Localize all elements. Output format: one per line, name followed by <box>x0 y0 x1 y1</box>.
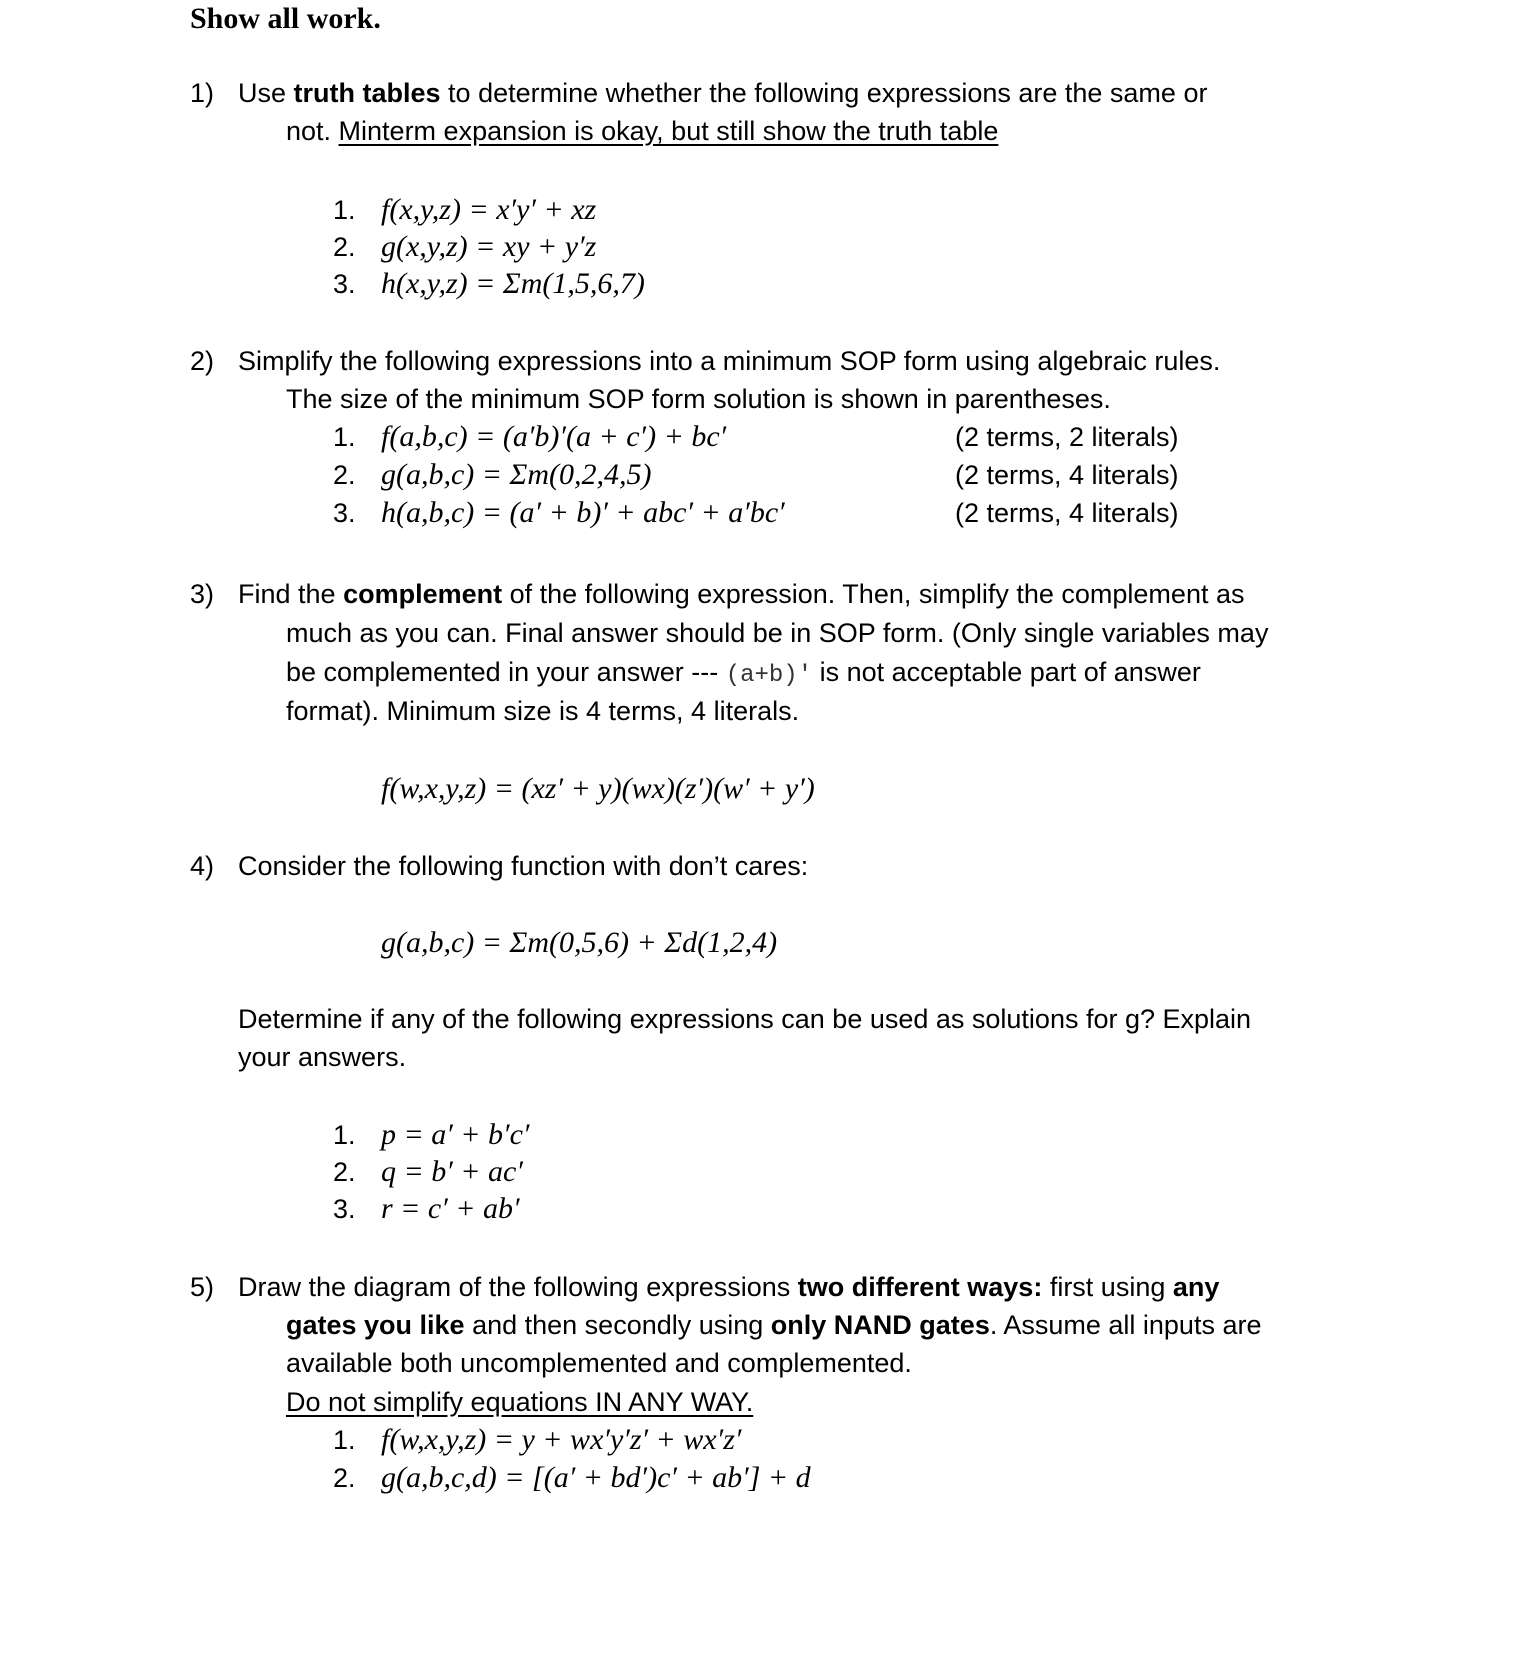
question-number: 1) <box>190 78 215 108</box>
paragraph-line1: Determine if any of the following expres… <box>238 1004 1252 1034</box>
question-text-line4: Do not simplify equations IN ANY WAY. <box>286 1387 754 1417</box>
expression-item: 2. g(a,b,c,d) = [(a′ + bd′)c′ + ab′] + d <box>333 1461 811 1494</box>
question-text: Find the complement of the following exp… <box>238 579 1245 609</box>
document-title: Show all work. <box>190 2 381 35</box>
question-number: 3) <box>190 579 215 609</box>
expression-item: 1. f(a,b,c) = (a′b)′(a + c′) + bc′ <box>333 420 727 453</box>
question-text-line2: The size of the minimum SOP form solutio… <box>286 384 1111 414</box>
question-number: 5) <box>190 1272 215 1302</box>
expression-item: 2. q = b′ + ac′ <box>333 1155 523 1188</box>
expression-item: 3. r = c′ + ab′ <box>333 1192 520 1225</box>
question-text: Use truth tables to determine whether th… <box>238 78 1208 108</box>
expression: g(a,b,c) = Σm(0,5,6) + Σd(1,2,4) <box>381 926 778 959</box>
solution-size: (2 terms, 4 literals) <box>955 498 1179 528</box>
expression-item: 1. f(w,x,y,z) = y + wx′y′z′ + wx′z′ <box>333 1423 742 1456</box>
expression-item: 2. g(a,b,c) = Σm(0,2,4,5) <box>333 458 652 491</box>
expression-item: 3. h(x,y,z) = Σm(1,5,6,7) <box>333 267 645 300</box>
expression-item: 1. p = a′ + b′c′ <box>333 1118 530 1151</box>
question-text-line2: not. Minterm expansion is okay, but stil… <box>286 116 999 146</box>
expression: f(w,x,y,z) = (xz′ + y)(wx)(z′)(w′ + y′) <box>381 772 815 805</box>
question-text-line2: gates you like and then secondly using o… <box>286 1310 1262 1340</box>
question-text: Consider the following function with don… <box>238 851 809 881</box>
question-text-line2: much as you can. Final answer should be … <box>286 618 1269 648</box>
code-snippet: (a+b)′ <box>725 662 813 689</box>
paragraph-line2: your answers. <box>238 1042 407 1072</box>
question-number: 4) <box>190 851 215 881</box>
question-text-line3: be complemented in your answer --- (a+b)… <box>286 657 1201 689</box>
question-text: Draw the diagram of the following expres… <box>238 1272 1220 1302</box>
question-text-line4: format). Minimum size is 4 terms, 4 lite… <box>286 696 800 726</box>
question-text: Simplify the following expressions into … <box>238 346 1221 376</box>
expression-item: 3. h(a,b,c) = (a′ + b)′ + abc′ + a′bc′ <box>333 496 785 529</box>
expression-item: 2. g(x,y,z) = xy + y′z <box>333 230 597 263</box>
expression-item: 1. f(x,y,z) = x′y′ + xz <box>333 193 597 226</box>
solution-size: (2 terms, 4 literals) <box>955 460 1179 490</box>
question-text-line3: available both uncomplemented and comple… <box>286 1348 912 1378</box>
question-number: 2) <box>190 346 215 376</box>
solution-size: (2 terms, 2 literals) <box>955 422 1179 452</box>
